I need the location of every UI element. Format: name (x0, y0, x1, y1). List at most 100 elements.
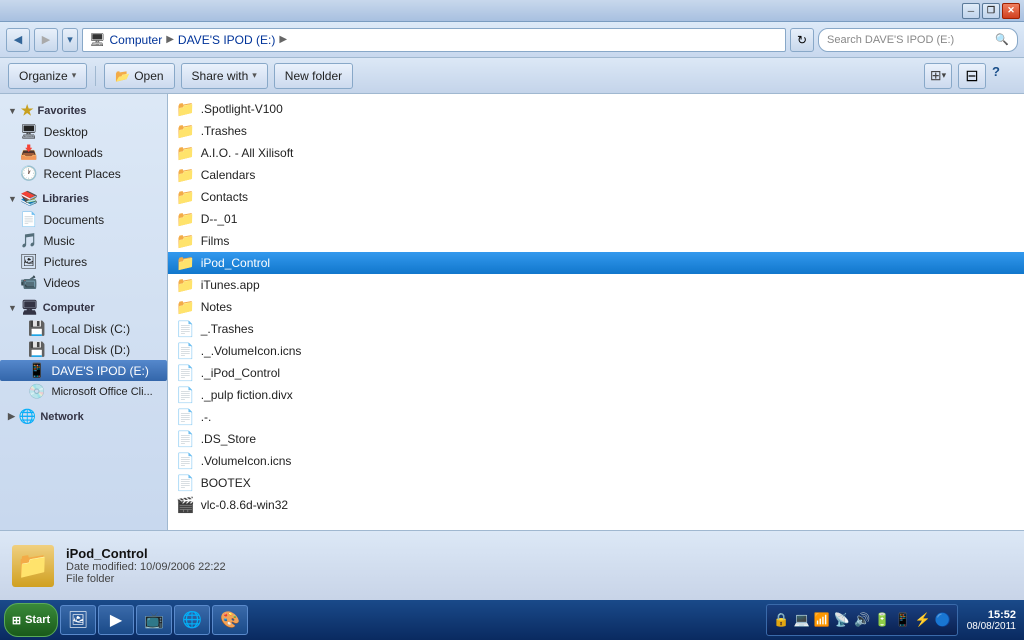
favorites-tri: ▼ (8, 106, 17, 116)
disk-d-icon: 💾 (28, 341, 45, 358)
tray-icon-3[interactable]: 📶 (814, 612, 830, 628)
organize-label: Organize (19, 69, 68, 83)
file-item[interactable]: 📄._.VolumeIcon.icns (168, 340, 1024, 362)
sidebar-item-documents[interactable]: 📄 Documents (0, 209, 167, 230)
file-icon: 📄 (176, 452, 195, 470)
sidebar-item-recent[interactable]: 🕐 Recent Places (0, 163, 167, 184)
sidebar-item-videos[interactable]: 📹 Videos (0, 272, 167, 293)
office-label: Microsoft Office Cli... (51, 386, 152, 398)
tray-icon-1[interactable]: 🔒 (773, 612, 789, 628)
clock-time: 15:52 (988, 609, 1016, 621)
minimize-button[interactable]: ─ (962, 3, 980, 19)
folder-icon: 📁 (176, 166, 195, 184)
address-box[interactable]: 🖥 Computer ▶ DAVE'S IPOD (E:) ▶ (82, 28, 786, 52)
maximize-button[interactable]: ❐ (982, 3, 1000, 19)
file-item[interactable]: 📁Contacts (168, 186, 1024, 208)
favorites-label: Favorites (37, 105, 86, 117)
sidebar-item-ipod[interactable]: 📱 DAVE'S IPOD (E:) (0, 360, 167, 381)
tray-icon-8[interactable]: ⚡ (915, 612, 931, 628)
file-name: D--_01 (201, 212, 238, 226)
file-name: vlc-0.8.6d-win32 (201, 498, 288, 512)
sidebar-item-desktop[interactable]: 🖥 Desktop (0, 121, 167, 142)
file-item[interactable]: 📄_.Trashes (168, 318, 1024, 340)
file-name: .Trashes (201, 124, 247, 138)
taskbar-paint[interactable]: 🎨 (212, 605, 248, 635)
back-button[interactable]: ◀ (6, 28, 30, 52)
documents-label: Documents (43, 213, 104, 227)
start-label: Start (25, 614, 50, 626)
file-item[interactable]: 📄 .DS_Store (168, 428, 1024, 450)
computer-header[interactable]: ▼ 🖥 Computer (0, 297, 167, 318)
view-arrow: ▾ (942, 70, 947, 81)
taskbar-explorer[interactable]: 🖼 (60, 605, 96, 635)
file-item[interactable]: 🎬vlc-0.8.6d-win32 (168, 494, 1024, 516)
file-item[interactable]: 📄.VolumeIcon.icns (168, 450, 1024, 472)
sidebar-item-local-c[interactable]: 💾 Local Disk (C:) (0, 318, 167, 339)
file-name: iTunes.app (201, 278, 260, 292)
tray-icon-5[interactable]: 🔊 (854, 612, 870, 628)
tray-icon-2[interactable]: 💻 (794, 612, 810, 628)
music-label: Music (43, 234, 74, 248)
file-item[interactable]: 📁D--_01 (168, 208, 1024, 230)
file-item[interactable]: 📄.-. (168, 406, 1024, 428)
forward-button[interactable]: ▶ (34, 28, 58, 52)
file-icon: 📄 (176, 430, 195, 448)
taskbar-browser[interactable]: 🌐 (174, 605, 210, 635)
view-button[interactable]: ⊞ ▾ (924, 63, 952, 89)
file-name: A.I.O. - All Xilisoft (201, 146, 294, 160)
system-clock[interactable]: 15:52 08/08/2011 (960, 609, 1020, 632)
close-button[interactable]: ✕ (1002, 3, 1020, 19)
file-item[interactable]: 📄._iPod_Control (168, 362, 1024, 384)
file-item[interactable]: 📄._pulp fiction.divx (168, 384, 1024, 406)
disk-d-label: Local Disk (D:) (51, 343, 130, 357)
folder-icon: 📁 (176, 298, 195, 316)
file-item[interactable]: 📁Notes (168, 296, 1024, 318)
tray-icon-6[interactable]: 🔋 (874, 612, 890, 628)
sidebar-item-local-d[interactable]: 💾 Local Disk (D:) (0, 339, 167, 360)
refresh-button[interactable]: ↻ (790, 28, 814, 52)
libraries-header[interactable]: ▼ 📚 Libraries (0, 188, 167, 209)
favorites-section: ▼ ★ Favorites 🖥 Desktop 📥 Downloads 🕐 Re… (0, 100, 167, 184)
file-item[interactable]: 📁iPod_Control (168, 252, 1024, 274)
file-item[interactable]: 📁Films (168, 230, 1024, 252)
network-header[interactable]: ▶ 🌐 Network (0, 406, 167, 427)
breadcrumb-computer[interactable]: Computer (110, 33, 163, 47)
file-item[interactable]: 📁A.I.O. - All Xilisoft (168, 142, 1024, 164)
file-item[interactable]: 📁 .Trashes (168, 120, 1024, 142)
file-list[interactable]: 📁.Spotlight-V100📁.Trashes📁A.I.O. - All X… (168, 94, 1024, 530)
favorites-header[interactable]: ▼ ★ Favorites (0, 100, 167, 121)
share-button[interactable]: Share with ▾ (181, 63, 268, 89)
tray-icon-4[interactable]: 📡 (834, 612, 850, 628)
sidebar-item-ms-office[interactable]: 💿 Microsoft Office Cli... (0, 381, 167, 402)
taskbar-media[interactable]: ▶ (98, 605, 134, 635)
folder-icon: 📁 (176, 122, 195, 140)
file-item[interactable]: 📁Calendars (168, 164, 1024, 186)
new-folder-button[interactable]: New folder (274, 63, 353, 89)
libraries-section: ▼ 📚 Libraries 📄 Documents 🎵 Music 🖼 Pict… (0, 188, 167, 293)
network-label: Network (40, 411, 83, 423)
file-name: .DS_Store (201, 432, 256, 446)
help-button[interactable]: ? (992, 64, 1016, 88)
organize-button[interactable]: Organize ▾ (8, 63, 87, 89)
address-bar: ◀ ▶ ▾ 🖥 Computer ▶ DAVE'S IPOD (E:) ▶ ↻ … (0, 22, 1024, 58)
computer-section: ▼ 🖥 Computer 💾 Local Disk (C:) 💾 Local D… (0, 297, 167, 402)
taskbar-tv[interactable]: 📺 (136, 605, 172, 635)
file-name: ._iPod_Control (201, 366, 280, 380)
tray-icon-7[interactable]: 📱 (894, 612, 910, 628)
breadcrumb-drive[interactable]: DAVE'S IPOD (E:) (178, 33, 275, 47)
open-button[interactable]: 📂 Open (104, 63, 174, 89)
file-name: ._pulp fiction.divx (201, 388, 293, 402)
file-item[interactable]: 📄BOOTEX (168, 472, 1024, 494)
tray-icon-9[interactable]: 🔵 (935, 612, 951, 628)
search-box[interactable]: Search DAVE'S IPOD (E:) 🔍 (818, 28, 1018, 52)
start-icon: ⊞ (12, 614, 21, 627)
file-item[interactable]: 📁iTunes.app (168, 274, 1024, 296)
sidebar-item-music[interactable]: 🎵 Music (0, 230, 167, 251)
share-label: Share with (192, 69, 249, 83)
sidebar-item-pictures[interactable]: 🖼 Pictures (0, 251, 167, 272)
dropdown-button[interactable]: ▾ (62, 28, 78, 52)
start-button[interactable]: ⊞ Start (4, 603, 58, 637)
pane-button[interactable]: ⊟ (958, 63, 986, 89)
file-item[interactable]: 📁.Spotlight-V100 (168, 98, 1024, 120)
sidebar-item-downloads[interactable]: 📥 Downloads (0, 142, 167, 163)
